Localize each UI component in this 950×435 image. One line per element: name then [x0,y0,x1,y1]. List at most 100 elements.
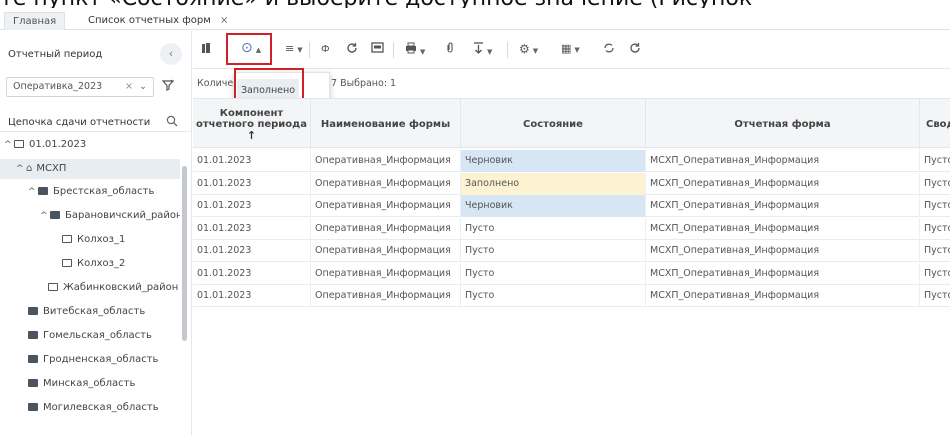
tree-item-label: Могилевская_область [43,402,159,413]
table-row[interactable]: 01.01.2023 Оперативная_Информация Черновик… [193,150,950,172]
filter-icon[interactable] [161,79,175,94]
format-icon[interactable]: Ф [321,42,333,57]
annotation-highlight-status-button [226,33,272,65]
cell-svod: Пусто [924,222,950,234]
tree-item-zhabinka[interactable]: Жабинковский_район [48,278,180,298]
column-header-state[interactable]: Состояние [461,99,646,149]
cell-state: Заполнено [461,172,646,195]
folder-icon [62,259,72,267]
folder-icon [28,355,38,363]
cell-svod: Пусто [924,177,950,189]
bank-icon: ⌂ [26,163,33,174]
column-header-period[interactable]: Компонент отчетного периода ↑ [193,99,311,149]
reporting-period-title: Отчетный период [8,49,103,60]
table-row[interactable]: 01.01.2023 Оперативная_Информация Заполнен… [193,172,950,195]
folder-icon [28,331,38,339]
tab-report-forms-label: Список отчетных форм [88,15,211,26]
filter-list-button[interactable]: ≡ ▼ [285,42,303,55]
table-row[interactable]: 01.01.2023 Оперативная_Информация Пусто МСХ… [193,240,950,262]
cell-report-form: МСХП_Оперативная_Информация [646,150,920,172]
sort-up-icon[interactable]: ↑ [193,130,310,141]
chevron-up-icon[interactable]: ^ [40,206,50,226]
chevron-down-icon: ▼ [420,48,426,56]
divider [0,131,192,132]
cell-svod: Пусто [924,155,950,166]
reporting-chain-title: Цепочка сдачи отчетности [8,117,151,128]
table-row[interactable]: 01.01.2023 Оперативная_Информация Пусто МСХ… [193,285,950,307]
clear-icon[interactable]: × [125,78,133,96]
search-icon[interactable] [166,115,178,130]
table-row[interactable]: 01.01.2023 Оперативная_Информация Пусто МСХ… [193,262,950,285]
cell-svod: Пусто [924,245,950,256]
tree-item-baranovichi[interactable]: ^ Барановичский_район [40,206,180,226]
folder-icon [14,140,24,148]
cell-form-name: Оперативная_Информация [311,217,461,240]
cell-svod: Пусто [924,290,950,301]
column-header-label: Компонент отчетного периода [195,107,307,130]
sync-icon[interactable] [603,42,615,57]
tree-item-label: Барановичский_район [65,210,180,221]
attachment-icon[interactable] [445,42,455,57]
columns-icon: ▦ [561,42,572,55]
image-icon[interactable] [371,42,384,56]
reload-icon[interactable] [629,42,641,57]
chevron-down-icon[interactable]: ⌄ [139,78,147,96]
table-row[interactable]: 01.01.2023 Оперативная_Информация Черновик… [193,195,950,217]
tree-item-label: Витебская_область [43,306,146,317]
tree-item-label: Брестская_область [53,186,155,197]
cell-report-form: МСХП_Оперативная_Информация [646,285,920,307]
tree-item-label: МСХП [36,163,67,174]
cell-form-name: Оперативная_Информация [311,285,461,307]
refresh-icon[interactable] [346,42,358,57]
sidebar: Отчетный период ‹ Оперативка_2023 × ⌄ Це… [0,31,192,435]
tree-item-label: Минская_область [43,378,136,389]
tab-report-forms-list[interactable]: Список отчетных форм × [80,12,236,30]
columns-button[interactable]: ▦ ▼ [561,42,580,55]
cell-svod: Пусто [924,267,950,279]
sidebar-scrollbar[interactable] [182,166,187,341]
column-header-svod[interactable]: Свод [920,99,950,149]
chevron-down-icon: ▼ [487,48,493,56]
tree-item-brest[interactable]: ^ Брестская_область [28,182,154,202]
folder-icon [62,235,72,243]
tree-item-mshp[interactable]: ^ ⌂ МСХП [0,159,180,179]
close-icon[interactable]: × [220,15,228,26]
tree-item-mogilev[interactable]: Могилевская_область [28,398,159,418]
tree-item-label: Колхоз_1 [77,234,126,245]
cell-report-form: МСХП_Оперативная_Информация [646,262,920,285]
settings-button[interactable]: ⚙ ▼ [519,42,538,56]
tree-item-vitebsk[interactable]: Витебская_область [28,302,145,322]
cell-period: 01.01.2023 [193,240,311,262]
chevron-up-icon[interactable]: ^ [16,159,26,179]
tree-item-date[interactable]: ^ 01.01.2023 [4,135,86,155]
toolbar: ⊙ ▲ ≡ ▼ Ф ▼ ▼ ⚙ ▼ ▦ ▼ [193,31,950,69]
column-header-form-name[interactable]: Наименование формы [311,99,461,149]
collapse-sidebar-button[interactable]: ‹ [160,43,182,65]
table-row[interactable]: 01.01.2023 Оперативная_Информация Пусто МСХ… [193,217,950,240]
tree-item-kolkhoz-2[interactable]: Колхоз_2 [62,254,125,274]
period-select-value: Оперативка_2023 [13,81,103,92]
period-select[interactable]: Оперативка_2023 × ⌄ [6,77,154,97]
chevron-up-icon[interactable]: ^ [28,182,38,202]
cell-form-name: Оперативная_Информация [311,195,461,217]
cell-period: 01.01.2023 [193,195,311,217]
import-button[interactable]: ▼ [473,42,492,57]
column-header-report-form[interactable]: Отчетная форма [646,99,920,149]
tab-home-label: Главная [13,16,57,27]
tree-item-label: Жабинковский_район [63,282,179,293]
tree-item-minsk[interactable]: Минская_область [28,374,135,394]
tree-item-gomel[interactable]: Гомельская_область [28,326,152,346]
cell-state: Пусто [461,285,646,307]
chevron-up-icon[interactable]: ^ [4,135,14,155]
tree-item-kolkhoz-1[interactable]: Колхоз_1 [62,230,125,250]
gears-icon: ⚙ [519,42,530,56]
tree-item-label: Гомельская_область [43,330,152,341]
tab-home[interactable]: Главная [4,12,66,30]
print-button[interactable]: ▼ [405,42,425,57]
cell-state: Пусто [461,240,646,262]
cell-svod: Пусто [924,200,950,211]
document-icon[interactable] [201,42,212,57]
tree-item-grodno[interactable]: Гродненская_область [28,350,158,370]
cell-form-name: Оперативная_Информация [311,150,461,172]
folder-icon [50,211,60,219]
